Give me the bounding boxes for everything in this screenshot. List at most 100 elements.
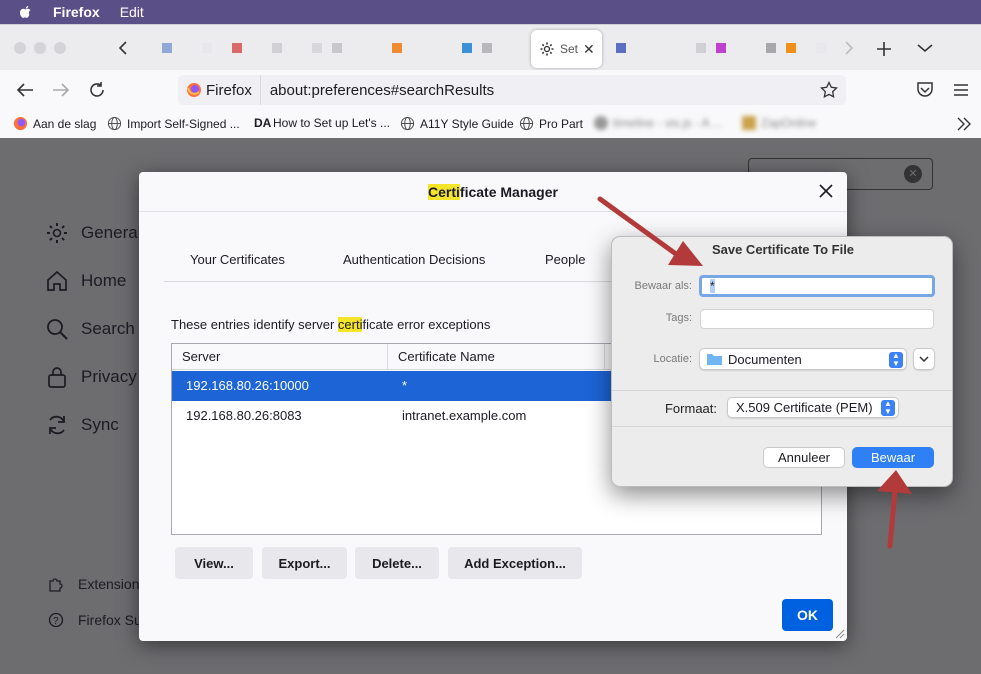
- tab-favicon[interactable]: [716, 43, 726, 53]
- search-highlight: certi: [337, 317, 363, 332]
- tab-favicon[interactable]: [462, 43, 472, 53]
- bookmark-item[interactable]: Pro Part: [519, 116, 583, 131]
- close-icon[interactable]: [819, 184, 833, 198]
- nav-label: Extension: [78, 576, 140, 592]
- tabs-scroll-left-icon[interactable]: [118, 41, 128, 55]
- nav-home[interactable]: Home: [45, 269, 126, 293]
- column-header-certificate-name[interactable]: Certificate Name: [388, 344, 605, 370]
- tab-strip: Set ✕: [0, 24, 981, 70]
- bookmark-item[interactable]: DA How to Set up Let's ...: [254, 116, 390, 130]
- tags-input[interactable]: [700, 309, 934, 329]
- expand-browser-button[interactable]: [913, 348, 935, 370]
- tab-favicon[interactable]: [162, 43, 172, 53]
- format-label: Formaat:: [664, 401, 717, 416]
- column-header-server[interactable]: Server: [172, 344, 388, 370]
- save-as-input[interactable]: *: [699, 275, 935, 297]
- export-button[interactable]: Export...: [262, 547, 347, 579]
- bookmark-star-icon[interactable]: [820, 81, 838, 99]
- site-icon: [594, 116, 608, 130]
- nav-label: General: [81, 223, 142, 242]
- nav-sync[interactable]: Sync: [45, 413, 119, 437]
- save-dialog-title: Save Certificate To File: [711, 242, 855, 257]
- tab-favicon[interactable]: [766, 43, 776, 53]
- app-menu-icon[interactable]: [953, 83, 969, 97]
- view-button[interactable]: View...: [175, 547, 253, 579]
- save-as-value: *: [710, 279, 715, 293]
- nav-privacy[interactable]: Privacy: [45, 365, 137, 389]
- list-all-tabs-icon[interactable]: [917, 43, 933, 53]
- tab-favicon[interactable]: [272, 43, 282, 53]
- globe-icon: [107, 116, 122, 131]
- clear-search-icon[interactable]: ✕: [904, 165, 922, 183]
- bookmark-item[interactable]: A11Y Style Guide: [400, 116, 514, 131]
- tab-your-certificates[interactable]: Your Certificates: [190, 252, 285, 267]
- bookmark-item[interactable]: Import Self-Signed ...: [107, 116, 240, 131]
- save-button[interactable]: Bewaar: [852, 447, 934, 468]
- nav-label: Sync: [81, 415, 119, 434]
- more-bookmarks-icon[interactable]: [957, 117, 971, 131]
- format-select[interactable]: X.509 Certificate (PEM) ▲ ▼: [727, 397, 899, 418]
- tab-favicon[interactable]: [482, 43, 492, 53]
- nav-support[interactable]: ? Firefox Su: [48, 612, 142, 628]
- tab-favicon[interactable]: [392, 43, 402, 53]
- tab-favicon[interactable]: [816, 43, 826, 53]
- location-select[interactable]: Documenten ▲ ▼: [699, 348, 907, 370]
- tab-people[interactable]: People: [545, 252, 585, 267]
- nav-label: Firefox Su: [78, 612, 142, 628]
- cell-certificate-name: intranet.example.com: [402, 408, 527, 423]
- cell-server: 192.168.80.26:8083: [186, 408, 302, 423]
- site-icon: [742, 116, 756, 130]
- pocket-icon[interactable]: [916, 81, 934, 98]
- bookmarks-toolbar: Aan de slag Import Self-Signed ... DA Ho…: [0, 110, 981, 138]
- tab-favicon[interactable]: [312, 43, 322, 53]
- tab-favicon[interactable]: [202, 43, 212, 53]
- reload-icon[interactable]: [88, 81, 106, 99]
- tabs-scroll-right-icon[interactable]: [844, 41, 854, 55]
- tab-favicon[interactable]: [332, 43, 342, 53]
- back-icon[interactable]: [16, 82, 34, 98]
- nav-extensions[interactable]: Extension: [48, 576, 139, 592]
- lock-icon: [48, 367, 66, 388]
- bookmark-item[interactable]: Aan de slag: [13, 116, 96, 131]
- edit-menu[interactable]: Edit: [120, 4, 144, 20]
- apple-icon[interactable]: [18, 4, 34, 20]
- cell-server: 192.168.80.26:10000: [186, 378, 309, 393]
- sync-icon: [49, 415, 65, 435]
- bookmark-label: How to Set up Let's ...: [273, 116, 391, 130]
- desc-part: ficate error exceptions: [362, 317, 491, 332]
- folder-icon: [707, 354, 722, 365]
- gear-icon: [47, 223, 67, 243]
- globe-icon: [519, 116, 534, 131]
- cell-certificate-name: *: [402, 378, 408, 393]
- forward-icon[interactable]: [52, 82, 70, 98]
- save-certificate-dialog: Save Certificate To File Bewaar als: * T…: [611, 236, 953, 487]
- da-logo-icon: DA: [254, 116, 272, 130]
- tab-settings[interactable]: Set ✕: [531, 30, 602, 68]
- bookmark-item[interactable]: timeline - vis.js - A ...: [594, 116, 722, 130]
- home-icon: [47, 270, 67, 291]
- window-close-light[interactable]: [14, 42, 26, 54]
- tab-close-icon[interactable]: ✕: [583, 41, 595, 58]
- url-text[interactable]: about:preferences#searchResults: [270, 82, 494, 99]
- add-exception-button[interactable]: Add Exception...: [448, 547, 582, 579]
- window-minimize-light[interactable]: [34, 42, 46, 54]
- resize-grip-icon[interactable]: [833, 627, 845, 639]
- tab-favicon[interactable]: [786, 43, 796, 53]
- tab-favicon[interactable]: [616, 43, 626, 53]
- window-zoom-light[interactable]: [54, 42, 66, 54]
- dialog-title: Certificate Manager: [139, 172, 847, 212]
- tab-authentication-decisions[interactable]: Authentication Decisions: [343, 252, 485, 267]
- ok-button[interactable]: OK: [782, 599, 833, 631]
- new-tab-icon[interactable]: [876, 41, 892, 57]
- tab-favicon[interactable]: [232, 43, 242, 53]
- cancel-button[interactable]: Annuleer: [763, 447, 845, 468]
- url-bar[interactable]: Firefox about:preferences#searchResults: [178, 75, 846, 105]
- nav-search[interactable]: Search: [45, 317, 135, 341]
- identity-box[interactable]: Firefox: [178, 75, 261, 105]
- app-menu[interactable]: Firefox: [53, 4, 100, 20]
- tab-favicon[interactable]: [696, 43, 706, 53]
- nav-general[interactable]: General: [45, 221, 141, 245]
- divider: [612, 390, 952, 391]
- delete-button[interactable]: Delete...: [355, 547, 439, 579]
- bookmark-item[interactable]: ZapOnline: [742, 116, 816, 130]
